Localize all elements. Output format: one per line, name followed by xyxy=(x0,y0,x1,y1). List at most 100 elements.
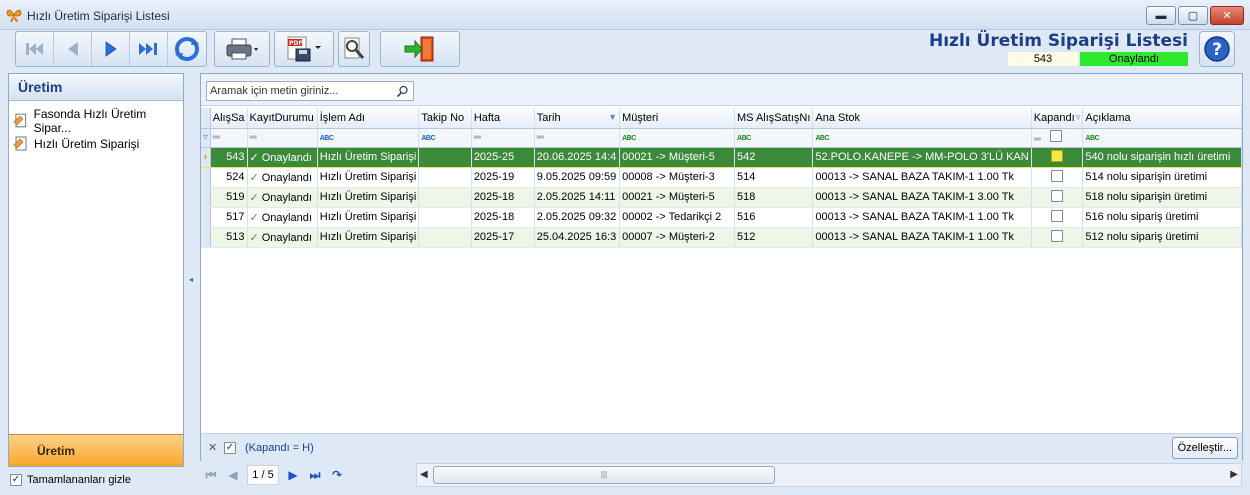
cell-alis[interactable]: 513 xyxy=(210,227,248,248)
column-header-kayit-durumu[interactable]: KayıtDurumu xyxy=(247,108,318,129)
filter-cell-abc-icon[interactable]: ABC xyxy=(317,128,420,148)
print-button[interactable] xyxy=(215,32,269,66)
cell-ms-alis[interactable]: 514 xyxy=(734,167,814,188)
minimize-button[interactable]: ▬ xyxy=(1146,6,1176,25)
column-header-hafta[interactable]: Hafta xyxy=(471,108,535,129)
kapandi-filter-checkbox[interactable] xyxy=(1049,130,1062,142)
previous-page-button[interactable]: ◀ xyxy=(222,465,244,485)
hide-completed-toggle[interactable]: ✓ Tamamlananları gizle xyxy=(10,474,131,486)
cell-ana-stok[interactable]: 00013 -> SANAL BAZA TAKIM-1 3.00 Tk xyxy=(812,187,1032,208)
cell-takip-no[interactable] xyxy=(418,167,472,188)
cell-musteri[interactable]: 00021 -> Müşteri-5 xyxy=(619,187,736,208)
cell-musteri[interactable]: 00007 -> Müşteri-2 xyxy=(619,227,736,248)
column-header-ana-stok[interactable]: Ana Stok xyxy=(812,108,1032,129)
cell-hafta[interactable]: 2025-18 xyxy=(471,187,535,208)
filter-cell-kapandi[interactable]: ═ xyxy=(1031,128,1084,148)
close-button[interactable]: ✕ xyxy=(1210,6,1244,25)
cell-alis[interactable]: 543 xyxy=(210,146,248,168)
cell-ms-alis[interactable]: 512 xyxy=(734,227,814,248)
scroll-left-arrow[interactable]: ◀ xyxy=(420,469,428,480)
column-header-tarih[interactable]: Tarih ▼ xyxy=(534,108,621,129)
cell-ms-alis[interactable]: 518 xyxy=(734,187,814,208)
filter-cell-abc-icon[interactable]: ABC xyxy=(1082,128,1242,148)
cell-alis[interactable]: 517 xyxy=(210,207,248,228)
cell-musteri[interactable]: 00002 -> Tedarikçi 2 xyxy=(619,207,736,228)
cell-tarih[interactable]: 2.05.2025 09:32 xyxy=(534,207,621,228)
sidebar-group-button[interactable]: Üretim xyxy=(9,434,183,466)
kapandi-checkbox[interactable] xyxy=(1051,189,1064,202)
reload-page-button[interactable]: ↷ xyxy=(326,465,348,485)
kapandi-checkbox[interactable] xyxy=(1051,229,1064,242)
sidebar-item-fason-order[interactable]: Fasonda Hızlı Üretim Sipar... xyxy=(13,107,183,135)
cell-hafta[interactable]: 2025-19 xyxy=(471,167,535,188)
cell-islem-adi[interactable]: Hızlı Üretim Siparişi xyxy=(317,146,420,168)
filter-enable-checkbox[interactable]: ✓ xyxy=(224,442,236,454)
cell-aciklama[interactable]: 514 nolu siparişin üretimi xyxy=(1082,167,1242,188)
cell-ana-stok[interactable]: 52.POLO.KANEPE -> MM-POLO 3'LÜ KAN xyxy=(812,146,1032,168)
column-header-alis[interactable]: AlışSa xyxy=(210,108,248,129)
cell-ana-stok[interactable]: 00013 -> SANAL BAZA TAKIM-1 1.00 Tk xyxy=(812,167,1032,188)
cell-kapandi[interactable] xyxy=(1031,187,1084,208)
first-record-button[interactable] xyxy=(16,32,54,66)
first-page-button[interactable]: ⏮ xyxy=(200,465,222,485)
cell-aciklama[interactable]: 512 nolu sipariş üretimi xyxy=(1082,227,1242,248)
cell-islem-adi[interactable]: Hızlı Üretim Siparişi xyxy=(317,187,420,208)
cell-alis[interactable]: 524 xyxy=(210,167,248,188)
cell-takip-no[interactable] xyxy=(418,187,472,208)
cell-ms-alis[interactable]: 516 xyxy=(734,207,814,228)
cell-kayit-durumu[interactable]: ✓ Onaylandı xyxy=(247,167,318,188)
cell-kapandi[interactable] xyxy=(1031,146,1084,168)
next-record-button[interactable] xyxy=(92,32,130,66)
column-header-kapandi[interactable]: Kapandı ▿ xyxy=(1031,108,1084,129)
hide-completed-checkbox[interactable]: ✓ xyxy=(10,474,22,486)
filter-cell-abc-icon[interactable]: ABC xyxy=(734,128,814,148)
cell-tarih[interactable]: 25.04.2025 16:3 xyxy=(534,227,621,248)
help-button[interactable]: ? xyxy=(1199,31,1235,67)
exit-button[interactable] xyxy=(381,32,459,66)
search-input[interactable]: Aramak için metin giriniz... xyxy=(206,81,414,101)
clear-filter-icon[interactable]: ✕ xyxy=(208,441,217,454)
sidebar-item-fast-production-order[interactable]: Hızlı Üretim Siparişi xyxy=(13,135,139,153)
scroll-thumb[interactable]: ||| xyxy=(433,466,775,484)
column-header-musteri[interactable]: Müşteri xyxy=(619,108,736,129)
cell-ana-stok[interactable]: 00013 -> SANAL BAZA TAKIM-1 1.00 Tk xyxy=(812,207,1032,228)
cell-tarih[interactable]: 20.06.2025 14:4 xyxy=(534,146,621,168)
cell-hafta[interactable]: 2025-18 xyxy=(471,207,535,228)
cell-takip-no[interactable] xyxy=(418,207,472,228)
cell-hafta[interactable]: 2025-17 xyxy=(471,227,535,248)
cell-musteri[interactable]: 00021 -> Müşteri-5 xyxy=(619,146,736,168)
kapandi-checkbox[interactable] xyxy=(1051,149,1064,162)
export-pdf-button[interactable]: PDF xyxy=(275,32,333,66)
previous-record-button[interactable] xyxy=(54,32,92,66)
filter-cell-abc-icon[interactable]: ABC xyxy=(812,128,1032,148)
table-row[interactable]: 513 ✓ Onaylandı Hızlı Üretim Siparişi 202… xyxy=(201,227,1242,248)
search-settings-button[interactable] xyxy=(339,32,369,66)
cell-ana-stok[interactable]: 00013 -> SANAL BAZA TAKIM-1 1.00 Tk xyxy=(812,227,1032,248)
cell-tarih[interactable]: 9.05.2025 09:59 xyxy=(534,167,621,188)
filter-cell-equals-icon[interactable]: ═ xyxy=(471,128,535,148)
cell-kapandi[interactable] xyxy=(1031,207,1084,228)
column-header-ms-alis[interactable]: MS AlışSatışNı xyxy=(734,108,814,129)
maximize-button[interactable]: ▢ xyxy=(1178,6,1208,25)
filter-cell-equals-icon[interactable]: ═ xyxy=(534,128,621,148)
table-row[interactable]: › 543 ✓ Onaylandı Hızlı Üretim Siparişi 2… xyxy=(201,146,1242,168)
cell-kayit-durumu[interactable]: ✓ Onaylandı xyxy=(247,146,318,168)
cell-hafta[interactable]: 2025-25 xyxy=(471,146,535,168)
cell-islem-adi[interactable]: Hızlı Üretim Siparişi xyxy=(317,207,420,228)
cell-islem-adi[interactable]: Hızlı Üretim Siparişi xyxy=(317,227,420,248)
cell-kapandi[interactable] xyxy=(1031,227,1084,248)
filter-cell-equals-icon[interactable]: ═ xyxy=(247,128,318,148)
refresh-button[interactable] xyxy=(168,32,206,66)
cell-ms-alis[interactable]: 542 xyxy=(734,146,814,168)
scroll-right-arrow[interactable]: ▶ xyxy=(1230,469,1238,480)
cell-takip-no[interactable] xyxy=(418,146,472,168)
filter-cell-equals-icon[interactable]: ═ xyxy=(210,128,248,148)
column-header-aciklama[interactable]: Açıklama xyxy=(1082,108,1242,129)
table-row[interactable]: 524 ✓ Onaylandı Hızlı Üretim Siparişi 202… xyxy=(201,167,1242,188)
table-row[interactable]: 519 ✓ Onaylandı Hızlı Üretim Siparişi 202… xyxy=(201,187,1242,208)
search-icon[interactable] xyxy=(396,85,409,98)
cell-kayit-durumu[interactable]: ✓ Onaylandı xyxy=(247,207,318,228)
cell-kayit-durumu[interactable]: ✓ Onaylandı xyxy=(247,187,318,208)
cell-islem-adi[interactable]: Hızlı Üretim Siparişi xyxy=(317,167,420,188)
table-row[interactable]: 517 ✓ Onaylandı Hızlı Üretim Siparişi 202… xyxy=(201,207,1242,228)
